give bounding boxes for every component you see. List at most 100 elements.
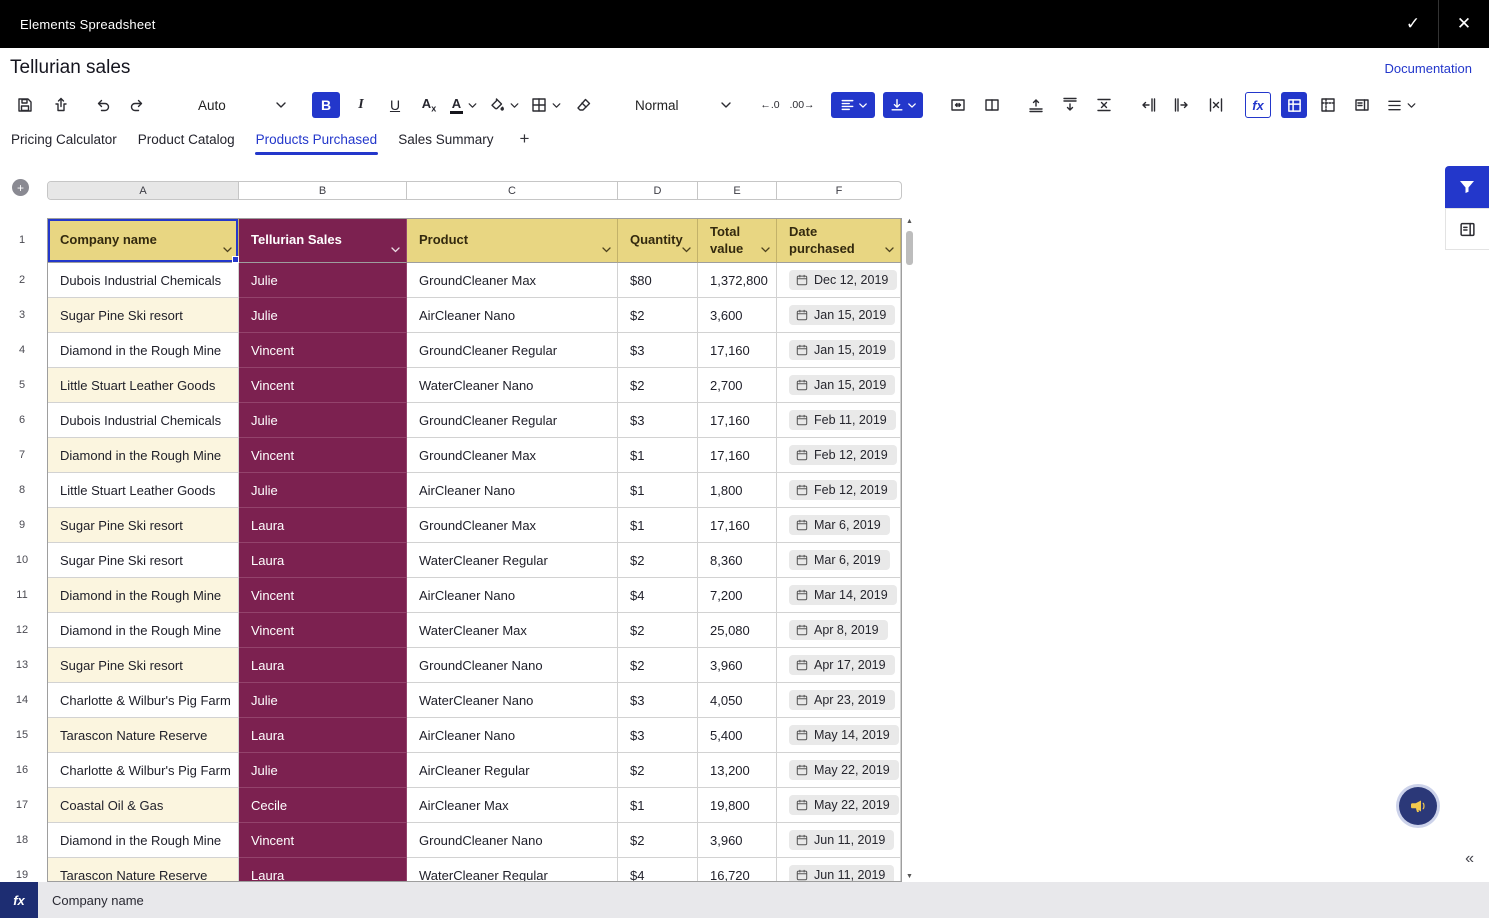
- cell-B13[interactable]: Laura: [239, 648, 407, 683]
- cell-A18[interactable]: Diamond in the Rough Mine: [48, 823, 239, 858]
- cell-C18[interactable]: GroundCleaner Nano: [407, 823, 618, 858]
- cell-F14[interactable]: Apr 23, 2019: [777, 683, 901, 718]
- cell-E19[interactable]: 16,720: [698, 858, 777, 882]
- decrease-decimal-button[interactable]: ←.0: [757, 92, 783, 118]
- cell-B18[interactable]: Vincent: [239, 823, 407, 858]
- row-number-15[interactable]: 15: [8, 717, 36, 752]
- fill-color-button[interactable]: [489, 92, 519, 118]
- cell-D12[interactable]: $2: [618, 613, 698, 648]
- cell-B8[interactable]: Julie: [239, 473, 407, 508]
- cell-C2[interactable]: GroundCleaner Max: [407, 263, 618, 298]
- cell-F12[interactable]: Apr 8, 2019: [777, 613, 901, 648]
- chevron-down-icon[interactable]: [885, 247, 894, 253]
- cell-A16[interactable]: Charlotte & Wilbur's Pig Farm: [48, 753, 239, 788]
- cell-F5[interactable]: Jan 15, 2019: [777, 368, 901, 403]
- cell-A13[interactable]: Sugar Pine Ski resort: [48, 648, 239, 683]
- date-chip[interactable]: Jun 11, 2019: [789, 830, 894, 850]
- cell-F11[interactable]: Mar 14, 2019: [777, 578, 901, 613]
- cell-A15[interactable]: Tarascon Nature Reserve: [48, 718, 239, 753]
- cell-F4[interactable]: Jan 15, 2019: [777, 333, 901, 368]
- scrollbar-thumb[interactable]: [906, 231, 913, 265]
- clear-formatting-button[interactable]: Ax: [416, 92, 442, 118]
- add-grid-button[interactable]: +: [12, 179, 29, 196]
- cell-D10[interactable]: $2: [618, 543, 698, 578]
- cell-F10[interactable]: Mar 6, 2019: [777, 543, 901, 578]
- date-chip[interactable]: Jan 15, 2019: [789, 340, 895, 360]
- erase-button[interactable]: [571, 92, 597, 118]
- row-number-7[interactable]: 7: [8, 437, 36, 472]
- date-chip[interactable]: Dec 12, 2019: [789, 270, 897, 290]
- cell-E10[interactable]: 8,360: [698, 543, 777, 578]
- header-cell-quantity[interactable]: Quantity: [618, 219, 698, 263]
- cell-D19[interactable]: $4: [618, 858, 698, 882]
- freeze-panes-button[interactable]: [1315, 92, 1341, 118]
- cell-A14[interactable]: Charlotte & Wilbur's Pig Farm: [48, 683, 239, 718]
- cell-C10[interactable]: WaterCleaner Regular: [407, 543, 618, 578]
- cell-C3[interactable]: AirCleaner Nano: [407, 298, 618, 333]
- date-chip[interactable]: Mar 14, 2019: [789, 585, 897, 605]
- row-number-14[interactable]: 14: [8, 682, 36, 717]
- cell-D9[interactable]: $1: [618, 508, 698, 543]
- cell-C17[interactable]: AirCleaner Max: [407, 788, 618, 823]
- cell-D13[interactable]: $2: [618, 648, 698, 683]
- row-number-11[interactable]: 11: [8, 577, 36, 612]
- cell-E5[interactable]: 2,700: [698, 368, 777, 403]
- borders-button[interactable]: [531, 92, 561, 118]
- cell-D4[interactable]: $3: [618, 333, 698, 368]
- cell-E15[interactable]: 5,400: [698, 718, 777, 753]
- cell-F16[interactable]: May 22, 2019: [777, 753, 901, 788]
- row-number-12[interactable]: 12: [8, 612, 36, 647]
- date-chip[interactable]: Apr 17, 2019: [789, 655, 895, 675]
- cell-E12[interactable]: 25,080: [698, 613, 777, 648]
- cell-E13[interactable]: 3,960: [698, 648, 777, 683]
- row-number-1[interactable]: 1: [8, 218, 36, 262]
- header-cell-tellurian-sales[interactable]: Tellurian Sales: [239, 219, 407, 263]
- cell-B15[interactable]: Laura: [239, 718, 407, 753]
- cell-A7[interactable]: Diamond in the Rough Mine: [48, 438, 239, 473]
- date-chip[interactable]: May 14, 2019: [789, 725, 899, 745]
- cell-F17[interactable]: May 22, 2019: [777, 788, 901, 823]
- row-number-18[interactable]: 18: [8, 822, 36, 857]
- column-header-C[interactable]: C: [407, 182, 618, 199]
- date-chip[interactable]: Jan 15, 2019: [789, 375, 895, 395]
- row-number-4[interactable]: 4: [8, 332, 36, 367]
- date-chip[interactable]: Feb 12, 2019: [789, 480, 897, 500]
- underline-button[interactable]: U: [382, 92, 408, 118]
- cell-E18[interactable]: 3,960: [698, 823, 777, 858]
- panel-toggle-button[interactable]: [1445, 208, 1489, 250]
- column-header-B[interactable]: B: [239, 182, 407, 199]
- header-cell-company-name[interactable]: Company name: [48, 219, 239, 263]
- cell-D11[interactable]: $4: [618, 578, 698, 613]
- delete-column-button[interactable]: [1203, 92, 1229, 118]
- cell-C8[interactable]: AirCleaner Nano: [407, 473, 618, 508]
- italic-button[interactable]: I: [348, 92, 374, 118]
- cell-F2[interactable]: Dec 12, 2019: [777, 263, 901, 298]
- cell-C9[interactable]: GroundCleaner Max: [407, 508, 618, 543]
- announcement-button[interactable]: [1399, 787, 1437, 825]
- column-header-A[interactable]: A: [48, 182, 239, 199]
- cell-D18[interactable]: $2: [618, 823, 698, 858]
- cell-D2[interactable]: $80: [618, 263, 698, 298]
- cell-D7[interactable]: $1: [618, 438, 698, 473]
- side-panel-button[interactable]: [1349, 92, 1375, 118]
- row-number-13[interactable]: 13: [8, 647, 36, 682]
- cell-A12[interactable]: Diamond in the Rough Mine: [48, 613, 239, 648]
- cell-B14[interactable]: Julie: [239, 683, 407, 718]
- cell-A10[interactable]: Sugar Pine Ski resort: [48, 543, 239, 578]
- cell-C6[interactable]: GroundCleaner Regular: [407, 403, 618, 438]
- row-number-9[interactable]: 9: [8, 507, 36, 542]
- insert-column-right-button[interactable]: [1169, 92, 1195, 118]
- date-chip[interactable]: Mar 6, 2019: [789, 515, 890, 535]
- cell-A8[interactable]: Little Stuart Leather Goods: [48, 473, 239, 508]
- formula-button[interactable]: fx: [1245, 92, 1271, 118]
- header-cell-date-purchased[interactable]: Date purchased: [777, 219, 901, 263]
- font-size-dropdown[interactable]: Auto: [198, 98, 286, 113]
- tab-sales-summary[interactable]: Sales Summary: [397, 122, 494, 156]
- cell-A19[interactable]: Tarascon Nature Reserve: [48, 858, 239, 882]
- cell-A6[interactable]: Dubois Industrial Chemicals: [48, 403, 239, 438]
- cell-F18[interactable]: Jun 11, 2019: [777, 823, 901, 858]
- cell-B7[interactable]: Vincent: [239, 438, 407, 473]
- date-chip[interactable]: Apr 8, 2019: [789, 620, 888, 640]
- date-chip[interactable]: May 22, 2019: [789, 760, 899, 780]
- add-sheet-button[interactable]: +: [519, 122, 529, 156]
